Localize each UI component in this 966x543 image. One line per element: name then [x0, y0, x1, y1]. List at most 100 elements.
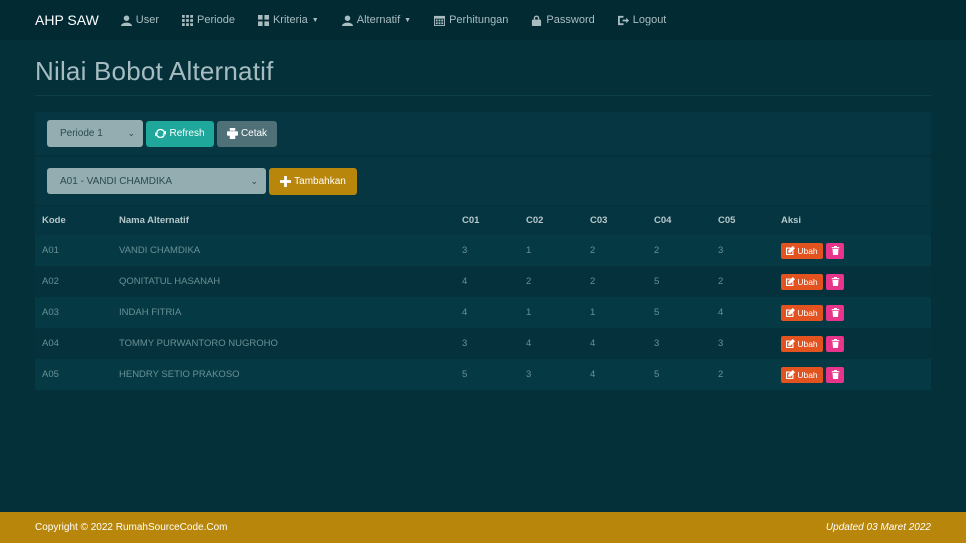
alternatif-select[interactable]: A01 - VANDI CHAMDIKA ⌄ — [47, 168, 266, 194]
user-icon — [341, 14, 353, 26]
cell-kode: A01 — [42, 245, 59, 256]
cell-c05: 3 — [718, 245, 724, 256]
periode-select[interactable]: Periode 1 ⌄ — [47, 120, 143, 147]
chevron-down-icon: ⌄ — [127, 128, 135, 138]
trash-icon — [831, 339, 839, 348]
chevron-down-icon: ⌄ — [250, 175, 258, 186]
cell-c05: 3 — [718, 338, 724, 349]
footer: Copyright © 2022 RumahSourceCode.Com Upd… — [0, 512, 966, 543]
edit-button[interactable]: Ubah — [781, 335, 823, 352]
cell-c01: 4 — [462, 307, 468, 318]
filter-toolbar: Periode 1 ⌄ Refresh Cetak — [35, 112, 931, 155]
trash-icon — [831, 277, 839, 286]
page-title: Nilai Bobot Alternatif — [35, 56, 274, 86]
cell-c03: 4 — [590, 338, 596, 349]
delete-button[interactable] — [826, 242, 844, 259]
cell-c02: 3 — [526, 369, 532, 380]
edit-icon — [786, 277, 796, 286]
header-aksi: Aksi — [781, 215, 802, 226]
edit-label: Ubah — [797, 245, 818, 256]
cell-c04: 5 — [654, 369, 660, 380]
cell-nama: QONITATUL HASANAH — [119, 276, 221, 287]
print-button[interactable]: Cetak — [217, 120, 277, 147]
cell-aksi: Ubah — [775, 366, 931, 383]
cell-nama: VANDI CHAMDIKA — [119, 245, 201, 256]
print-label: Cetak — [240, 128, 268, 139]
header-c03: C03 — [590, 215, 608, 226]
nav-alternatif[interactable]: Alternatif ▼ — [341, 14, 411, 26]
nav-kriteria[interactable]: Kriteria ▼ — [257, 14, 319, 26]
nav-user[interactable]: User — [120, 14, 159, 26]
nav-logout-label: Logout — [632, 14, 667, 26]
edit-label: Ubah — [797, 276, 818, 287]
cell-c04: 2 — [654, 245, 660, 256]
cell-aksi: Ubah — [775, 242, 931, 259]
refresh-button[interactable]: Refresh — [146, 120, 214, 147]
cell-c01: 3 — [462, 245, 468, 256]
table-row: A01 VANDI CHAMDIKA 3 1 2 2 3 Ubah — [35, 235, 931, 266]
cell-c03: 1 — [590, 307, 596, 318]
cell-c05: 4 — [718, 307, 724, 318]
cell-c05: 2 — [718, 369, 724, 380]
delete-button[interactable] — [826, 304, 844, 321]
cell-aksi: Ubah — [775, 273, 931, 290]
nilai-table: Kode Nama Alternatif C01 C02 C03 C04 C05… — [35, 206, 931, 390]
cell-c02: 4 — [526, 338, 532, 349]
table-row: A05 HENDRY SETIO PRAKOSO 5 3 4 5 2 Ubah — [35, 359, 931, 390]
logout-icon — [617, 15, 629, 25]
delete-button[interactable] — [826, 273, 844, 290]
table-row: A04 TOMMY PURWANTORO NUGROHO 3 4 4 3 3 Ubah — [35, 328, 931, 359]
title-divider — [35, 95, 931, 96]
delete-button[interactable] — [826, 366, 844, 383]
edit-button[interactable]: Ubah — [781, 273, 823, 290]
table-header: Kode Nama Alternatif C01 C02 C03 C04 C05… — [35, 206, 931, 235]
plus-icon — [280, 175, 292, 187]
caret-down-icon: ▼ — [311, 16, 319, 24]
nav-kriteria-label: Kriteria — [272, 14, 308, 26]
calendar-icon — [434, 15, 446, 26]
print-icon — [226, 128, 238, 139]
edit-icon — [786, 246, 796, 255]
trash-icon — [831, 246, 839, 255]
edit-icon — [786, 339, 796, 348]
add-alternatif-form: A01 - VANDI CHAMDIKA ⌄ Tambahkan — [35, 156, 931, 205]
cell-c01: 5 — [462, 369, 468, 380]
periode-select-value: Periode 1 — [60, 128, 103, 139]
delete-button[interactable] — [826, 335, 844, 352]
cell-c03: 4 — [590, 369, 596, 380]
nav-logout[interactable]: Logout — [617, 14, 667, 26]
edit-label: Ubah — [797, 307, 818, 318]
edit-button[interactable]: Ubah — [781, 366, 823, 383]
header-c02: C02 — [526, 215, 544, 226]
cell-c02: 1 — [526, 307, 532, 318]
table-body: A01 VANDI CHAMDIKA 3 1 2 2 3 Ubah A02 QONITATUL H… — [35, 235, 931, 390]
cell-c03: 2 — [590, 245, 596, 256]
edit-button[interactable]: Ubah — [781, 242, 823, 259]
cell-kode: A03 — [42, 307, 59, 318]
cell-c01: 4 — [462, 276, 468, 287]
trash-icon — [831, 370, 839, 379]
trash-icon — [831, 308, 839, 317]
cell-kode: A05 — [42, 369, 59, 380]
header-kode: Kode — [42, 215, 66, 226]
cell-c02: 1 — [526, 245, 532, 256]
lock-icon — [532, 14, 542, 26]
cell-c02: 2 — [526, 276, 532, 287]
refresh-icon — [155, 128, 167, 139]
edit-button[interactable]: Ubah — [781, 304, 823, 321]
brand[interactable]: AHP SAW — [35, 12, 99, 28]
nav-alternatif-label: Alternatif — [356, 14, 401, 26]
cell-aksi: Ubah — [775, 304, 931, 321]
footer-updated: Updated 03 Maret 2022 — [825, 522, 931, 533]
cell-c04: 5 — [654, 307, 660, 318]
edit-label: Ubah — [797, 369, 818, 380]
cell-c05: 2 — [718, 276, 724, 287]
nav-periode[interactable]: Periode — [182, 14, 235, 26]
user-icon — [120, 14, 132, 26]
add-button[interactable]: Tambahkan — [269, 167, 357, 195]
header-c04: C04 — [654, 215, 672, 226]
nav-password[interactable]: Password — [531, 14, 595, 26]
edit-icon — [786, 370, 796, 379]
cell-c04: 3 — [654, 338, 660, 349]
nav-perhitungan[interactable]: Perhitungan — [434, 14, 508, 26]
